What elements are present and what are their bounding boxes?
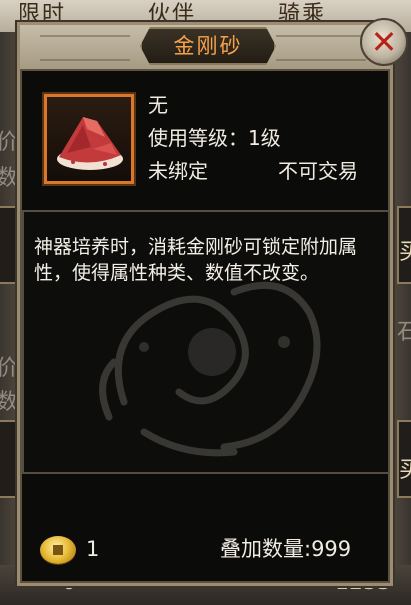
background-buy-button[interactable]: 买: [399, 234, 411, 266]
close-button[interactable]: ✕: [360, 18, 408, 66]
background-text: 数: [0, 166, 19, 191]
title-plate: 金刚砂: [140, 27, 276, 65]
background-item-card[interactable]: [0, 420, 18, 498]
description-box: 神器培养时，消耗金刚砂可锁定附加属性，使得属性种类、数值不改变。: [22, 210, 390, 474]
tooltip-header: 金刚砂: [20, 25, 390, 71]
item-icon-frame[interactable]: [44, 94, 134, 184]
item-trade-status: 不可交易: [278, 159, 358, 183]
background-item-card[interactable]: [0, 206, 18, 284]
red-gem-shards-icon: [57, 117, 123, 170]
background-buy-button[interactable]: 买: [399, 452, 411, 484]
item-name: 无: [148, 93, 168, 117]
item-description: 神器培养时，消耗金刚砂可锁定附加属性，使得属性种类、数值不改变。: [34, 236, 358, 284]
item-level: 使用等级：1级: [148, 126, 281, 150]
background-text: 石: [397, 320, 411, 345]
header-ornament: [40, 35, 130, 61]
coin-count: 1: [86, 537, 100, 561]
background-text: 价: [0, 356, 19, 381]
background-text: 数: [0, 390, 19, 415]
item-title: 金刚砂: [173, 34, 243, 58]
coin-icon: [40, 536, 76, 564]
stack-quantity: 叠加数量:999: [220, 537, 352, 561]
header-ornament: [276, 35, 366, 61]
item-bind-status: 未绑定: [148, 159, 208, 183]
close-icon: ✕: [370, 23, 398, 61]
background-text: 价: [0, 130, 19, 155]
